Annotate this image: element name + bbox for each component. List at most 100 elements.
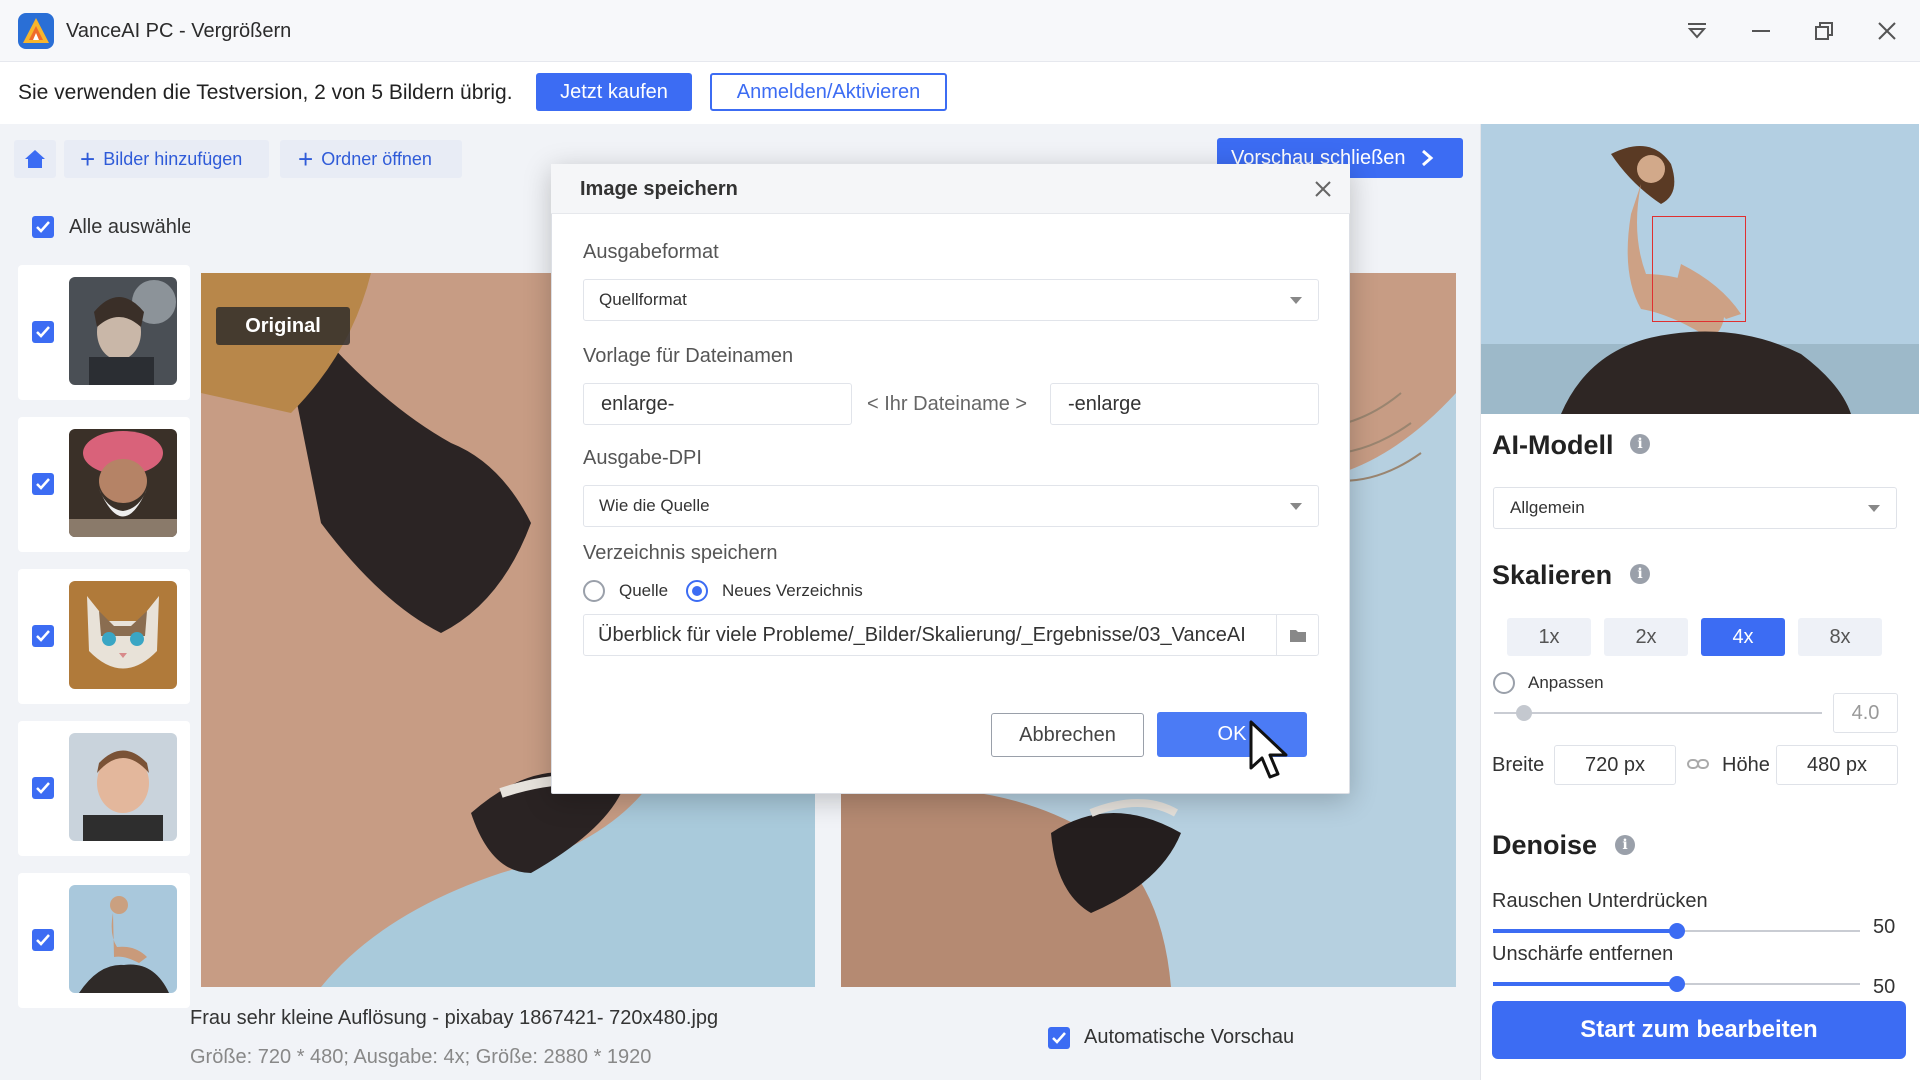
scale-2x-button[interactable]: 2x — [1604, 618, 1688, 656]
close-window-icon[interactable] — [1870, 14, 1904, 48]
list-item[interactable] — [18, 873, 190, 1008]
output-dpi-value: Wie die Quelle — [599, 496, 710, 515]
mouse-cursor-icon — [1248, 720, 1292, 782]
file-size-info: Größe: 720 * 480; Ausgabe: 4x; Größe: 28… — [190, 1046, 652, 1068]
list-item[interactable] — [18, 417, 190, 552]
chevron-down-icon — [1290, 503, 1302, 510]
folder-icon — [1289, 630, 1306, 642]
blur-slider-fill — [1493, 982, 1677, 986]
custom-scale-track[interactable] — [1494, 712, 1822, 714]
blur-slider-knob[interactable] — [1668, 976, 1685, 992]
login-activate-button[interactable]: Anmelden/Aktivieren — [710, 73, 947, 111]
scale-1x-button[interactable]: 1x — [1507, 618, 1591, 656]
trial-notice: Sie verwenden die Testversion, 2 von 5 B… — [18, 81, 513, 104]
noise-slider-fill — [1493, 929, 1677, 933]
noise-slider-knob[interactable] — [1668, 923, 1685, 939]
custom-scale-input[interactable]: 4.0 — [1833, 693, 1898, 733]
cancel-button[interactable]: Abbrechen — [991, 713, 1144, 757]
link-icon[interactable] — [1687, 756, 1709, 772]
restore-icon[interactable] — [1807, 14, 1841, 48]
chevron-down-icon — [1868, 505, 1880, 512]
ai-model-select[interactable]: Allgemein — [1493, 487, 1897, 529]
custom-scale-radio[interactable] — [1493, 672, 1515, 694]
check-icon — [36, 221, 50, 233]
file-name: Frau sehr kleine Auflösung - pixabay 186… — [190, 1007, 719, 1029]
thumbnail-old-man-turban[interactable] — [69, 429, 177, 537]
directory-path-input[interactable]: Überblick für viele Probleme/_Bilder/Ska… — [583, 614, 1319, 656]
add-images-button[interactable]: + Bilder hinzufügen — [64, 140, 269, 178]
item-checkbox[interactable] — [32, 625, 54, 647]
check-icon — [1052, 1032, 1066, 1044]
output-dpi-select[interactable]: Wie die Quelle — [583, 485, 1319, 527]
item-checkbox[interactable] — [32, 777, 54, 799]
radio-new-directory[interactable] — [686, 580, 708, 602]
list-item[interactable] — [18, 265, 190, 400]
start-processing-button[interactable]: Start zum bearbeiten — [1492, 1001, 1906, 1059]
radio-source[interactable] — [583, 580, 605, 602]
ai-model-title: AI-Modell — [1492, 430, 1614, 460]
thumbnail-boy[interactable] — [69, 733, 177, 841]
plus-icon: + — [80, 144, 96, 174]
height-label: Höhe — [1722, 754, 1770, 776]
noise-label: Rauschen Unterdrücken — [1492, 890, 1708, 912]
custom-scale-knob[interactable] — [1516, 705, 1532, 721]
chevron-down-icon — [1290, 297, 1302, 304]
add-images-label: Bilder hinzufügen — [103, 148, 243, 169]
item-checkbox[interactable] — [32, 473, 54, 495]
list-item[interactable] — [18, 569, 190, 704]
scale-8x-button[interactable]: 8x — [1798, 618, 1882, 656]
original-label: Original — [216, 307, 350, 345]
save-directory-label: Verzeichnis speichern — [583, 542, 778, 564]
home-icon — [25, 150, 45, 168]
ai-model-value: Allgemein — [1510, 498, 1585, 517]
scale-title: Skalieren — [1492, 560, 1613, 590]
auto-preview-label: Automatische Vorschau — [1084, 1026, 1295, 1048]
info-icon[interactable]: i — [1630, 434, 1650, 454]
denoise-title: Denoise — [1492, 830, 1598, 860]
item-checkbox[interactable] — [32, 929, 54, 951]
info-icon[interactable]: i — [1630, 564, 1650, 584]
select-all-checkbox[interactable] — [32, 216, 54, 238]
window-title: VanceAI PC - Vergrößern — [66, 20, 292, 42]
width-input[interactable]: 720 px — [1554, 745, 1676, 785]
viewport-indicator[interactable] — [1652, 216, 1746, 322]
thumbnail-woman-on-rock[interactable] — [69, 885, 177, 993]
item-checkbox[interactable] — [32, 321, 54, 343]
select-all-label: Alle auswähle — [69, 216, 190, 238]
thumbnail-cat[interactable] — [69, 581, 177, 689]
menu-dropdown-icon[interactable] — [1680, 14, 1714, 48]
info-icon[interactable]: i — [1615, 835, 1635, 855]
directory-path-value: Überblick für viele Probleme/_Bilder/Ska… — [598, 623, 1246, 646]
height-input[interactable]: 480 px — [1776, 745, 1898, 785]
custom-scale-label: Anpassen — [1528, 673, 1604, 692]
list-item[interactable] — [18, 721, 190, 856]
open-folder-button[interactable]: + Ordner öffnen — [280, 140, 462, 178]
output-format-label: Ausgabeformat — [583, 241, 719, 263]
thumbnail-cyborg-woman[interactable] — [69, 277, 177, 385]
blur-value: 50 — [1873, 976, 1896, 998]
output-dpi-label: Ausgabe-DPI — [583, 447, 702, 469]
check-icon — [36, 782, 50, 794]
close-icon[interactable] — [1310, 176, 1336, 202]
dialog-title: Image speichern — [580, 178, 738, 200]
scale-4x-button[interactable]: 4x — [1701, 618, 1785, 656]
check-icon — [36, 630, 50, 642]
check-icon — [36, 934, 50, 946]
buy-now-button[interactable]: Jetzt kaufen — [536, 73, 692, 111]
minimize-icon[interactable] — [1744, 14, 1778, 48]
open-folder-label: Ordner öffnen — [321, 148, 432, 169]
filename-suffix-input[interactable]: -enlarge — [1050, 383, 1319, 425]
plus-icon: + — [298, 144, 314, 174]
blur-label: Unschärfe entfernen — [1492, 943, 1674, 965]
vanceai-logo-icon — [18, 13, 54, 49]
check-icon — [36, 478, 50, 490]
radio-new-directory-label: Neues Verzeichnis — [722, 581, 863, 600]
home-button[interactable] — [14, 140, 56, 178]
filename-prefix-input[interactable]: enlarge- — [583, 383, 852, 425]
output-format-value: Quellformat — [599, 290, 687, 309]
auto-preview-checkbox[interactable] — [1048, 1027, 1070, 1049]
output-format-select[interactable]: Quellformat — [583, 279, 1319, 321]
chevron-right-icon — [1421, 149, 1433, 167]
browse-folder-button[interactable] — [1276, 615, 1318, 655]
check-icon — [36, 326, 50, 338]
